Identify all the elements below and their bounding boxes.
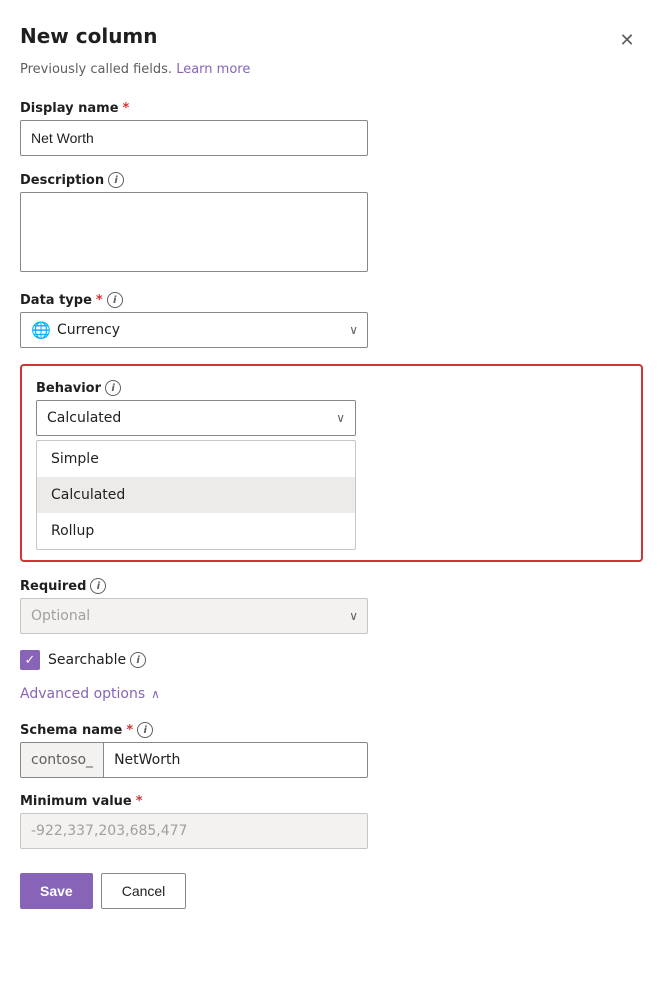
subtitle: Previously called fields. Learn more <box>20 62 643 77</box>
panel-header: New column ✕ <box>20 24 643 56</box>
minimum-value-label: Minimum value * <box>20 794 643 809</box>
behavior-label: Behavior i <box>36 380 627 396</box>
searchable-label: Searchable i <box>48 652 146 668</box>
behavior-option-rollup[interactable]: Rollup <box>37 513 355 549</box>
data-type-info-icon: i <box>107 292 123 308</box>
data-type-label: Data type * i <box>20 292 643 308</box>
schema-name-field: Schema name * i contoso_ NetWorth <box>20 722 643 778</box>
required-field: Required i Optional ∨ <box>20 578 643 634</box>
required-star-data-type: * <box>96 293 103 308</box>
schema-prefix: contoso_ <box>21 743 104 777</box>
advanced-options-chevron-icon: ∧ <box>151 687 160 701</box>
behavior-options-list: Simple Calculated Rollup <box>36 440 356 550</box>
description-label: Description i <box>20 172 643 188</box>
description-field: Description i <box>20 172 643 276</box>
schema-name-info-icon: i <box>137 722 153 738</box>
required-select[interactable]: Optional <box>20 598 368 634</box>
schema-input-row[interactable]: contoso_ NetWorth <box>20 742 368 778</box>
required-star: * <box>123 101 130 116</box>
close-icon: ✕ <box>619 30 634 51</box>
display-name-input[interactable] <box>20 120 368 156</box>
required-label: Required i <box>20 578 643 594</box>
learn-more-link[interactable]: Learn more <box>176 62 250 77</box>
behavior-select[interactable]: Calculated ∨ <box>36 400 356 436</box>
display-name-label: Display name * <box>20 101 643 116</box>
behavior-dropdown-container: Calculated ∨ Simple Calculated Rollup <box>36 400 356 550</box>
new-column-panel: New column ✕ Previously called fields. L… <box>0 0 663 999</box>
searchable-checkbox[interactable]: ✓ <box>20 650 40 670</box>
data-type-select[interactable]: 🌐 Currency <box>20 312 368 348</box>
description-info-icon: i <box>108 172 124 188</box>
data-type-field: Data type * i 🌐 Currency ∨ <box>20 292 643 348</box>
behavior-info-icon: i <box>105 380 121 396</box>
advanced-options-label: Advanced options <box>20 686 145 702</box>
minimum-value-field: Minimum value * -922,337,203,685,477 <box>20 794 643 849</box>
required-star-schema: * <box>126 723 133 738</box>
schema-suffix[interactable]: NetWorth <box>104 743 367 777</box>
behavior-option-calculated[interactable]: Calculated <box>37 477 355 513</box>
behavior-chevron-icon: ∨ <box>336 411 345 425</box>
minimum-value-input[interactable]: -922,337,203,685,477 <box>20 813 368 849</box>
close-button[interactable]: ✕ <box>611 24 643 56</box>
save-button[interactable]: Save <box>20 873 93 909</box>
required-select-wrapper: Optional ∨ <box>20 598 368 634</box>
cancel-button[interactable]: Cancel <box>101 873 187 909</box>
footer-buttons: Save Cancel <box>20 873 643 909</box>
required-star-min: * <box>136 794 143 809</box>
schema-name-label: Schema name * i <box>20 722 643 738</box>
description-input[interactable] <box>20 192 368 272</box>
advanced-options-toggle[interactable]: Advanced options ∧ <box>20 686 160 702</box>
checkbox-check-icon: ✓ <box>25 653 36 668</box>
display-name-field: Display name * <box>20 101 643 156</box>
behavior-section: Behavior i Calculated ∨ Simple Calculate… <box>20 364 643 562</box>
panel-title: New column <box>20 24 158 48</box>
searchable-info-icon: i <box>130 652 146 668</box>
behavior-field: Behavior i Calculated ∨ Simple Calculate… <box>36 380 627 550</box>
searchable-row: ✓ Searchable i <box>20 650 643 670</box>
behavior-option-simple[interactable]: Simple <box>37 441 355 477</box>
required-info-icon: i <box>90 578 106 594</box>
data-type-select-wrapper: 🌐 Currency ∨ <box>20 312 368 348</box>
currency-icon: 🌐 <box>31 321 51 340</box>
